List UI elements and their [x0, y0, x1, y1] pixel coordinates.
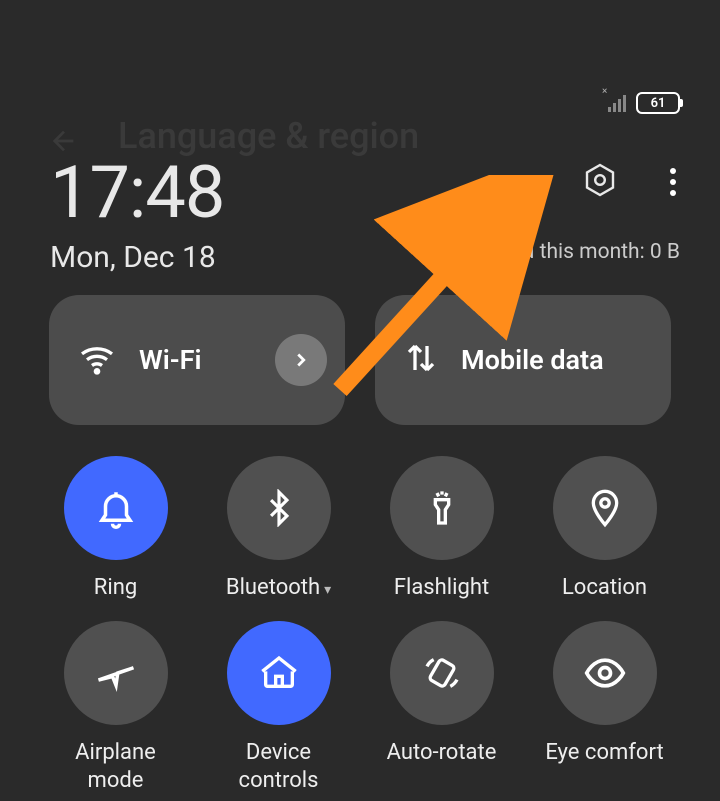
- location-icon: [553, 456, 657, 560]
- ring-icon: [64, 456, 168, 560]
- mobile-data-tile[interactable]: Mobile data: [375, 295, 671, 425]
- battery-indicator: 61: [636, 92, 680, 114]
- mobile-data-label: Mobile data: [461, 344, 604, 376]
- settings-button[interactable]: [582, 162, 618, 202]
- tile-flashlight[interactable]: Flashlight: [375, 456, 508, 603]
- status-bar: × 61: [608, 92, 680, 114]
- tile-airplane[interactable]: Airplane mode: [49, 621, 182, 796]
- airplane-label: Airplane mode: [49, 739, 182, 796]
- wifi-expand-button[interactable]: [275, 334, 327, 386]
- mobile-data-icon: [403, 340, 439, 380]
- tile-ring[interactable]: Ring: [49, 456, 182, 603]
- bluetooth-label: Bluetooth▾: [226, 574, 331, 603]
- battery-level: 61: [651, 96, 666, 111]
- tile-location[interactable]: Location: [538, 456, 671, 603]
- bluetooth-icon: [227, 456, 331, 560]
- tile-auto-rotate[interactable]: Auto-rotate: [375, 621, 508, 796]
- main-tiles-row: Wi-Fi Mobile data: [49, 295, 671, 425]
- wifi-tile[interactable]: Wi-Fi: [49, 295, 345, 425]
- auto-rotate-icon: [390, 621, 494, 725]
- tile-bluetooth[interactable]: Bluetooth▾: [212, 456, 345, 603]
- signal-icon: ×: [608, 94, 626, 112]
- tile-eye-comfort[interactable]: Eye comfort: [538, 621, 671, 796]
- eye-comfort-icon: [553, 621, 657, 725]
- small-tiles-grid: Ring Bluetooth▾ Flashlight Location: [49, 456, 671, 796]
- qs-header: 17:48 Mon, Dec 18 Used this month: 0 B: [50, 150, 680, 275]
- chevron-down-icon: ▾: [324, 582, 331, 598]
- device-controls-icon: [227, 621, 331, 725]
- location-label: Location: [562, 574, 647, 603]
- wifi-label: Wi-Fi: [139, 344, 201, 376]
- device-controls-label: Device controls: [212, 739, 345, 796]
- data-usage-text: Used this month: 0 B: [487, 240, 680, 264]
- flashlight-icon: [390, 456, 494, 560]
- wifi-icon: [77, 338, 117, 382]
- eye-comfort-label: Eye comfort: [545, 739, 663, 768]
- auto-rotate-label: Auto-rotate: [387, 739, 497, 768]
- ring-label: Ring: [94, 574, 137, 603]
- tile-device-controls[interactable]: Device controls: [212, 621, 345, 796]
- airplane-icon: [64, 621, 168, 725]
- more-menu-button[interactable]: [666, 164, 680, 200]
- flashlight-label: Flashlight: [394, 574, 489, 603]
